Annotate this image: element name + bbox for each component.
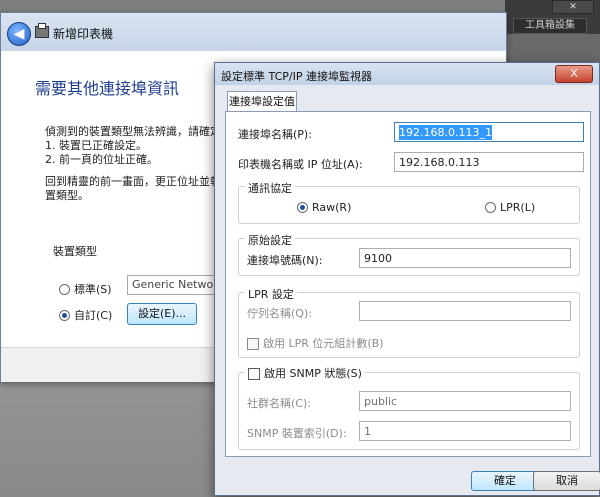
radio-custom[interactable]: 自訂(C) bbox=[59, 307, 112, 323]
close-icon[interactable]: X bbox=[555, 65, 593, 83]
protocol-group: 通訊協定 Raw(R) LPR(L) bbox=[238, 180, 580, 224]
raw-settings-title: 原始設定 bbox=[245, 232, 295, 248]
snmp-enable-label: 啟用 SNMP 狀態(S) bbox=[264, 367, 362, 380]
community-input[interactable]: public bbox=[359, 391, 571, 411]
port-name-input[interactable]: 192.168.0.113_1 bbox=[394, 122, 584, 142]
snmp-index-label: SNMP 裝置索引(D): bbox=[247, 427, 347, 440]
radio-standard-label: 標準(S) bbox=[74, 283, 112, 296]
radio-standard[interactable]: 標準(S) bbox=[59, 281, 112, 297]
lpr-byte-count-checkbox[interactable] bbox=[247, 338, 259, 350]
radio-raw-label: Raw(R) bbox=[312, 201, 352, 214]
background-close-icon[interactable]: ✕ bbox=[552, 0, 594, 14]
cancel-button[interactable]: 取消 bbox=[533, 471, 600, 491]
wizard-title: 新增印表機 bbox=[53, 27, 114, 41]
wizard-titlebar: ◀ 新增印表機 bbox=[1, 13, 506, 51]
radio-lpr[interactable]: LPR(L) bbox=[485, 201, 535, 214]
printer-ip-input[interactable]: 192.168.0.113 bbox=[394, 152, 584, 172]
background-tab[interactable]: 工具箱設集 bbox=[513, 18, 587, 34]
snmp-group: 啟用 SNMP 狀態(S) 社群名稱(C): public SNMP 裝置索引(… bbox=[238, 365, 580, 450]
wizard-heading: 需要其他連接埠資訊 bbox=[35, 79, 180, 98]
port-settings-panel: 連接埠名稱(P): 192.168.0.113_1 印表機名稱或 IP 位址(A… bbox=[225, 111, 591, 457]
printer-ip-label: 印表機名稱或 IP 位址(A): bbox=[238, 158, 363, 171]
protocol-group-title: 通訊協定 bbox=[245, 180, 295, 196]
port-name-value: 192.168.0.113_1 bbox=[399, 125, 492, 140]
lpr-byte-count-label: 啟用 LPR 位元組計數(B) bbox=[263, 337, 384, 350]
queue-name-label: 佇列名稱(Q): bbox=[247, 307, 312, 320]
printer-icon bbox=[35, 23, 49, 38]
lpr-settings-group: LPR 設定 佇列名稱(Q): 啟用 LPR 位元組計數(B) bbox=[238, 286, 580, 358]
snmp-enable-row[interactable]: 啟用 SNMP 狀態(S) bbox=[245, 365, 365, 381]
port-number-input[interactable]: 9100 bbox=[359, 248, 571, 268]
port-number-label: 連接埠號碼(N): bbox=[247, 254, 323, 267]
radio-raw[interactable]: Raw(R) bbox=[297, 201, 351, 214]
settings-button[interactable]: 設定(E)... bbox=[127, 303, 197, 325]
radio-lpr-button[interactable] bbox=[485, 202, 496, 213]
radio-raw-button[interactable] bbox=[297, 202, 308, 213]
community-label: 社群名稱(C): bbox=[247, 397, 311, 410]
port-name-label: 連接埠名稱(P): bbox=[238, 128, 312, 141]
device-type-label: 裝置類型 bbox=[53, 245, 97, 258]
back-arrow-icon[interactable]: ◀ bbox=[7, 22, 31, 46]
radio-lpr-label: LPR(L) bbox=[500, 201, 536, 214]
snmp-enable-checkbox[interactable] bbox=[248, 368, 260, 380]
wizard-line: 2. 前一頁的位址正確。 bbox=[45, 153, 158, 166]
dialog-titlebar: 設定標準 TCP/IP 連接埠監視器 X bbox=[215, 63, 599, 85]
radio-standard-button[interactable] bbox=[59, 283, 70, 295]
queue-name-input[interactable] bbox=[359, 301, 571, 321]
tcpip-port-dialog: 設定標準 TCP/IP 連接埠監視器 X 連接埠設定值 連接埠名稱(P): 19… bbox=[214, 62, 600, 496]
snmp-index-input[interactable]: 1 bbox=[359, 421, 571, 441]
dialog-title: 設定標準 TCP/IP 連接埠監視器 bbox=[221, 70, 372, 83]
ok-button[interactable]: 確定 bbox=[471, 471, 539, 491]
lpr-settings-title: LPR 設定 bbox=[245, 286, 297, 302]
wizard-line: 置類型。 bbox=[45, 189, 89, 202]
tab-port-settings[interactable]: 連接埠設定值 bbox=[227, 91, 297, 112]
lpr-byte-count-row[interactable]: 啟用 LPR 位元組計數(B) bbox=[247, 335, 384, 351]
radio-custom-label: 自訂(C) bbox=[74, 309, 113, 322]
raw-settings-group: 原始設定 連接埠號碼(N): 9100 bbox=[238, 232, 580, 276]
background-window-strip: ✕ 工具箱設集 bbox=[505, 0, 600, 34]
radio-custom-button[interactable] bbox=[59, 309, 70, 321]
